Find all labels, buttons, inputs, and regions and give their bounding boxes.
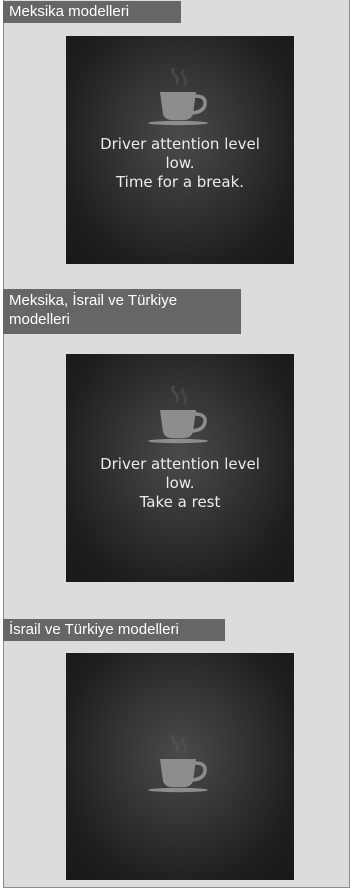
alert-message: Driver attention level low. Take a rest bbox=[66, 455, 294, 512]
display-screen-1: Driver attention level low. Time for a b… bbox=[66, 36, 294, 264]
message-line: Driver attention level bbox=[100, 455, 260, 473]
coffee-cup-icon bbox=[148, 384, 208, 444]
coffee-cup-icon bbox=[148, 66, 208, 126]
message-line: low. bbox=[165, 154, 195, 172]
display-screen-2: Driver attention level low. Take a rest bbox=[66, 354, 294, 582]
display-screen-3 bbox=[66, 653, 294, 880]
alert-message: Driver attention level low. Time for a b… bbox=[66, 135, 294, 192]
section-header-israel-turkey: İsrail ve Türkiye modelleri bbox=[3, 619, 225, 641]
message-line: low. bbox=[165, 474, 195, 492]
coffee-cup-icon bbox=[148, 733, 208, 793]
section-header-mexico: Meksika modelleri bbox=[3, 1, 181, 23]
message-line: Driver attention level bbox=[100, 135, 260, 153]
header-line: Meksika, İsrail ve Türkiye bbox=[9, 292, 178, 309]
message-line: Take a rest bbox=[139, 493, 221, 511]
header-line: modelleri bbox=[9, 311, 70, 328]
section-header-mexico-israel-turkey: Meksika, İsrail ve Türkiye modelleri bbox=[3, 289, 241, 334]
message-line: Time for a break. bbox=[115, 173, 245, 191]
